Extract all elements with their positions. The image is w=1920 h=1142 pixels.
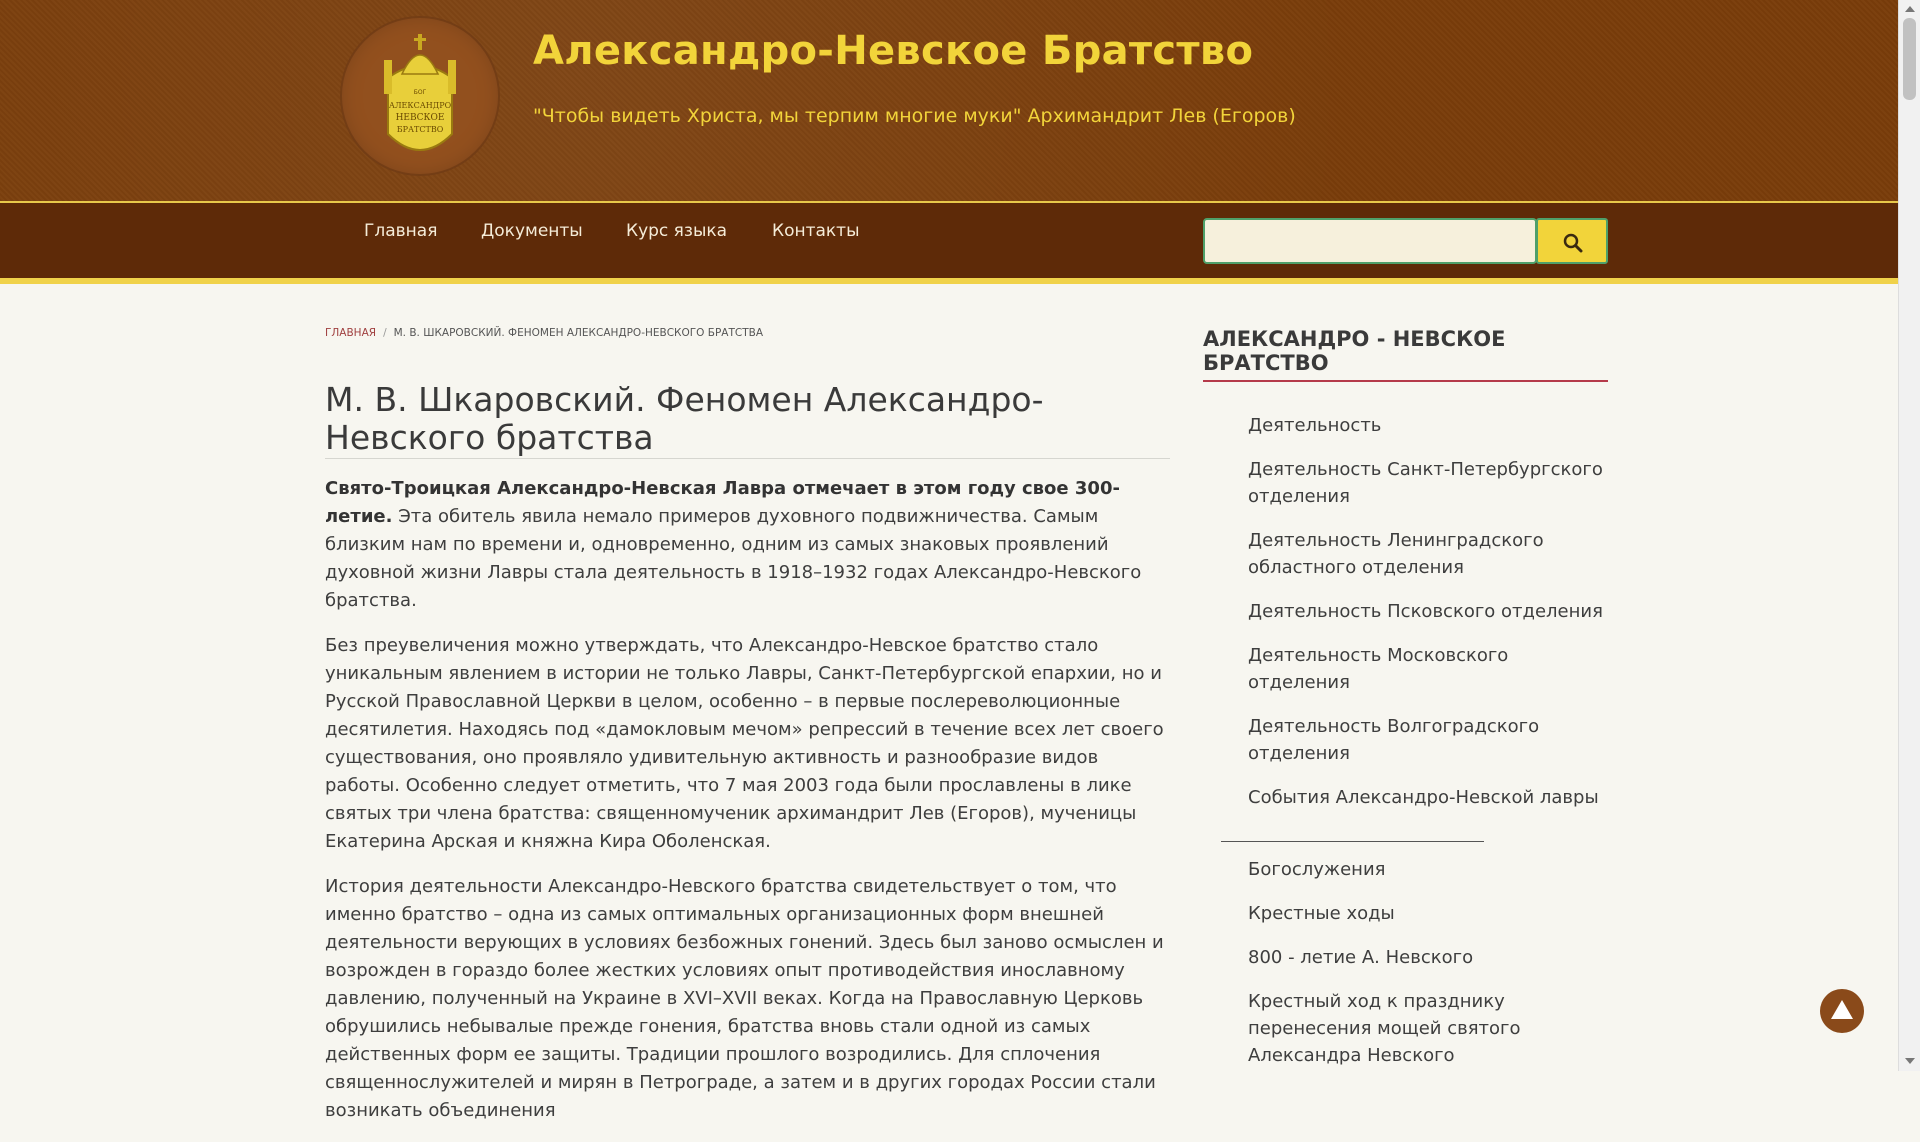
nav-item-documents[interactable]: Документы bbox=[481, 221, 583, 241]
search-button[interactable] bbox=[1536, 218, 1608, 264]
nav-item-contacts[interactable]: Контакты bbox=[772, 221, 860, 241]
nav-item-language-course[interactable]: Курс языка bbox=[626, 221, 727, 241]
site-header: БОГ АЛЕКСАНДРО НЕВСКОЕ БРАТСТВО Александ… bbox=[0, 0, 1898, 203]
brotherhood-emblem-icon[interactable]: БОГ АЛЕКСАНДРО НЕВСКОЕ БРАТСТВО bbox=[340, 16, 500, 176]
page-title: М. В. Шкаровский. Феномен Александро-Нев… bbox=[325, 380, 1044, 457]
article-paragraph: История деятельности Александро-Невского… bbox=[325, 876, 1164, 1121]
breadcrumb-current: М. В. Шкаровский. Феномен Александро-Нев… bbox=[393, 327, 764, 339]
scroll-up-arrow-icon[interactable] bbox=[1905, 6, 1915, 12]
search-icon bbox=[1563, 233, 1583, 253]
svg-text:БРАТСТВО: БРАТСТВО bbox=[397, 125, 444, 134]
sidebar-item-leningrad-region-branch[interactable]: Деятельность Ленинградского областного о… bbox=[1248, 527, 1608, 581]
nav-item-home[interactable]: Главная bbox=[364, 221, 437, 241]
svg-text:БОГ: БОГ bbox=[414, 89, 427, 96]
sidebar-menu-secondary: Богослужения Крестные ходы 800 - летие А… bbox=[1248, 856, 1608, 1086]
sidebar-item-moscow-branch[interactable]: Деятельность Московского отделения bbox=[1248, 642, 1608, 696]
sidebar-title-divider bbox=[1203, 380, 1608, 382]
article-paragraph: Свято-Троицкая Александро-Невская Лавра … bbox=[325, 475, 1175, 615]
breadcrumb-separator: / bbox=[383, 327, 387, 339]
breadcrumb: Главная / М. В. Шкаровский. Феномен Алекса… bbox=[325, 327, 763, 339]
sidebar-item-800-anniversary[interactable]: 800 - летие А. Невского bbox=[1248, 944, 1608, 971]
main-navbar: Главная Документы Курс языка Контакты bbox=[0, 203, 1898, 284]
site-tagline: "Чтобы видеть Христа, мы терпим многие м… bbox=[533, 105, 1296, 127]
sidebar-item-processions[interactable]: Крестные ходы bbox=[1248, 900, 1608, 927]
svg-text:АЛЕКСАНДРО: АЛЕКСАНДРО bbox=[389, 101, 452, 110]
scrollbar-thumb[interactable] bbox=[1903, 18, 1916, 100]
scroll-to-top-button[interactable] bbox=[1820, 989, 1864, 1033]
scroll-down-arrow-icon[interactable] bbox=[1905, 1058, 1915, 1064]
sidebar-title: АЛЕКСАНДРО - НЕВСКОЕ БРАТСТВО bbox=[1203, 327, 1506, 375]
sidebar-separator bbox=[1221, 841, 1484, 842]
sidebar-item-activity[interactable]: Деятельность bbox=[1248, 412, 1608, 439]
sidebar-item-relics-procession[interactable]: Крестный ход к празднику перенесения мощ… bbox=[1248, 988, 1608, 1069]
sidebar-item-lavra-events[interactable]: События Александро-Невской лавры bbox=[1248, 784, 1608, 811]
sidebar-menu: Деятельность Деятельность Санкт-Петербур… bbox=[1248, 412, 1608, 828]
page-scrollbar[interactable] bbox=[1898, 0, 1920, 1071]
sidebar-item-volgograd-branch[interactable]: Деятельность Волгоградского отделения bbox=[1248, 713, 1608, 767]
sidebar-item-spb-branch[interactable]: Деятельность Санкт-Петербургского отделе… bbox=[1248, 456, 1608, 510]
breadcrumb-home-link[interactable]: Главная bbox=[325, 327, 376, 339]
arrow-up-icon bbox=[1831, 1000, 1853, 1019]
title-divider bbox=[325, 458, 1170, 459]
article-lead-rest: Эта обитель явила немало примеров духовн… bbox=[325, 506, 1142, 611]
search-input[interactable] bbox=[1203, 218, 1537, 264]
sidebar-item-pskov-branch[interactable]: Деятельность Псковского отделения bbox=[1248, 598, 1608, 625]
svg-text:НЕВСКОЕ: НЕВСКОЕ bbox=[396, 113, 445, 123]
sidebar-item-services[interactable]: Богослужения bbox=[1248, 856, 1608, 883]
article-body: Свято-Троицкая Александро-Невская Лавра … bbox=[325, 475, 1175, 1142]
article-paragraph: Без преувеличения можно утверждать, что … bbox=[325, 635, 1164, 852]
site-title[interactable]: Александро-Невское Братство bbox=[533, 28, 1253, 74]
